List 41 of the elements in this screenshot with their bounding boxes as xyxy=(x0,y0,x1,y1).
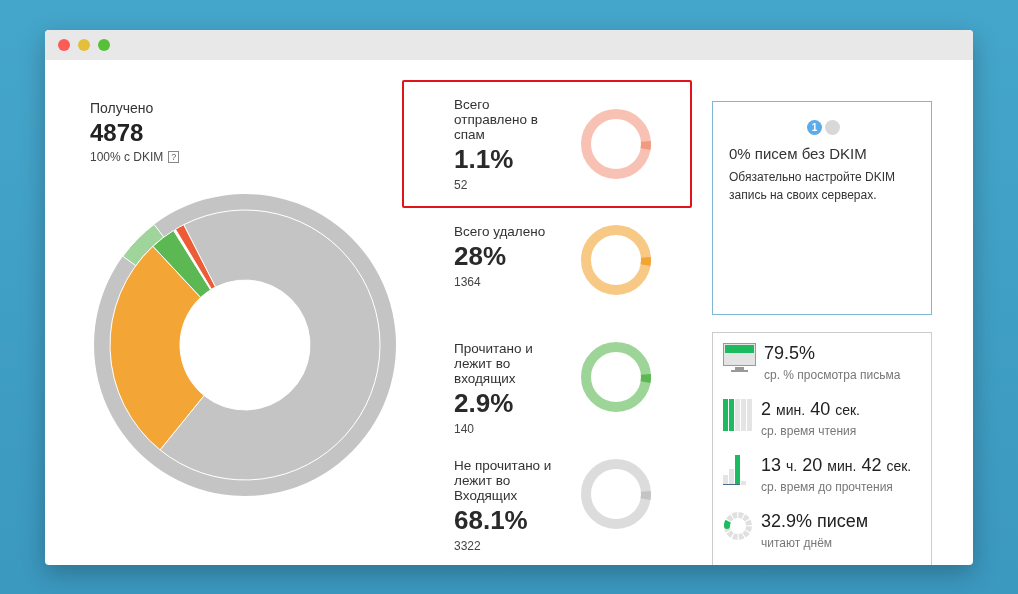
donut-icon xyxy=(580,224,652,296)
stat-card[interactable]: Не прочитано и лежит во Входящих 68.1% 3322 xyxy=(402,446,692,563)
dkim-note: 100% с DKIM xyxy=(90,150,164,164)
stat-label: Прочитано и лежит во входящих xyxy=(454,341,534,386)
donut-icon xyxy=(580,458,652,530)
stat-count: 3322 xyxy=(454,539,482,553)
donut-icon xyxy=(580,341,652,413)
stat-card[interactable]: Всего отправлено в спам 1.1% 52 xyxy=(402,80,692,208)
stat-label: Всего удалено xyxy=(454,224,547,239)
pager-dot[interactable] xyxy=(825,120,840,135)
tip-text: Обязательно настройте DKIM запись на своих серверах. xyxy=(729,169,897,204)
help-button[interactable]: ? xyxy=(168,151,180,163)
metric-caption: читают днём xyxy=(761,536,834,550)
monitor-icon xyxy=(723,343,756,373)
summary-value: 4878 xyxy=(90,119,145,147)
donut-icon xyxy=(580,108,652,180)
stat-count: 1364 xyxy=(454,275,482,289)
metric-caption: ср. % просмотра письма xyxy=(764,368,901,382)
stat-value: 28% xyxy=(454,241,508,272)
close-button[interactable] xyxy=(58,39,70,51)
metric-caption: ср. время до прочтения xyxy=(761,480,894,494)
stat-count: 140 xyxy=(454,422,476,436)
metric-value: 79.5% xyxy=(764,343,817,364)
summary-label: Получено xyxy=(90,100,155,116)
maximize-button[interactable] xyxy=(98,39,110,51)
stat-value: 2.9% xyxy=(454,388,515,419)
tip-title: 0% писем без DKIM xyxy=(729,145,868,162)
stat-label: Не прочитано и лежит во Входящих xyxy=(454,458,553,503)
clock-icon xyxy=(723,511,753,541)
stat-label: Всего отправлено в спам xyxy=(454,96,539,142)
stat-card[interactable]: Прочитано и лежит во входящих 2.9% 140 xyxy=(402,329,692,446)
minimize-button[interactable] xyxy=(78,39,90,51)
stat-value: 1.1% xyxy=(454,143,515,175)
metric-value: 32.9% писем xyxy=(761,511,869,532)
stat-value: 68.1% xyxy=(454,505,529,536)
metric-caption: ср. время чтения xyxy=(761,424,858,438)
metric-value: 2 мин. 40 сек. xyxy=(761,399,860,420)
metric-value: 13 ч. 20 мин. 42 сек. xyxy=(761,455,912,476)
bar-chart-icon xyxy=(723,399,753,431)
stat-count: 52 xyxy=(454,177,469,192)
stat-card[interactable]: Всего удалено 28% 1364 xyxy=(402,212,692,329)
